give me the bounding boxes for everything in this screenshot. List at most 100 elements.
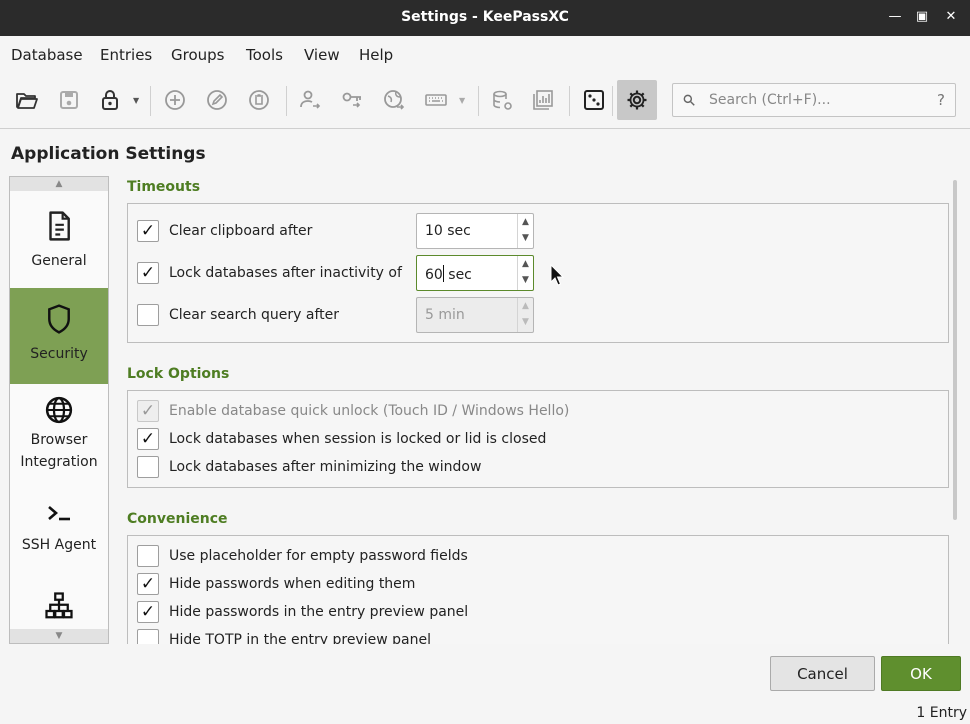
settings-button[interactable] <box>617 80 657 120</box>
spinbox-arrows: ▲ ▼ <box>517 298 533 332</box>
lock-session-checkbox[interactable]: ✓ <box>137 428 159 450</box>
toolbar-separator <box>612 86 613 116</box>
ok-button[interactable]: OK <box>881 656 961 691</box>
database-settings-button[interactable] <box>484 84 520 116</box>
menu-tools[interactable]: Tools <box>246 46 283 64</box>
search-box[interactable]: ? <box>672 83 956 117</box>
placeholder-option[interactable]: Use placeholder for empty password field… <box>137 544 468 568</box>
gear-icon <box>627 90 647 110</box>
trash-icon <box>249 90 269 110</box>
document-icon <box>49 211 70 241</box>
option-label: Enable database quick unlock (Touch ID /… <box>169 403 570 419</box>
delete-entry-button[interactable] <box>241 84 277 116</box>
cancel-button[interactable]: Cancel <box>770 656 875 691</box>
section-title-convenience: Convenience <box>127 511 228 527</box>
autotype-dropdown-icon[interactable]: ▼ <box>459 96 465 105</box>
edit-icon <box>207 90 227 110</box>
report-chart-icon <box>533 90 553 110</box>
clear-clipboard-option[interactable]: ✓ Clear clipboard after <box>137 219 312 243</box>
category-label: SSH Agent <box>21 537 97 553</box>
add-entry-button[interactable] <box>157 84 193 116</box>
copy-username-button[interactable] <box>292 84 328 116</box>
terminal-icon <box>48 506 70 521</box>
category-ssh-agent[interactable]: SSH Agent <box>10 497 108 567</box>
category-network[interactable] <box>10 591 108 631</box>
category-label: Security <box>30 346 88 362</box>
option-label: Hide passwords in the entry preview pane… <box>169 604 469 620</box>
clear-clipboard-checkbox[interactable]: ✓ <box>137 220 159 242</box>
lock-minimize-option[interactable]: Lock databases after minimizing the wind… <box>137 455 481 479</box>
hide-passwords-editing-option[interactable]: ✓ Hide passwords when editing them <box>137 572 415 596</box>
lock-inactivity-checkbox[interactable]: ✓ <box>137 262 159 284</box>
section-title-timeouts: Timeouts <box>127 179 201 195</box>
toolbar-separator <box>569 86 570 116</box>
open-url-button[interactable] <box>376 84 412 116</box>
save-icon <box>60 91 78 109</box>
password-generator-button[interactable] <box>576 84 612 116</box>
database-reports-button[interactable] <box>525 84 561 116</box>
option-label: Use placeholder for empty password field… <box>169 548 468 564</box>
menu-groups[interactable]: Groups <box>171 46 224 64</box>
menu-entries[interactable]: Entries <box>100 46 152 64</box>
lock-dropdown-icon[interactable]: ▼ <box>133 96 139 105</box>
lock-inactivity-option[interactable]: ✓ Lock databases after inactivity of <box>137 261 402 285</box>
lock-minimize-checkbox[interactable] <box>137 456 159 478</box>
lock-session-option[interactable]: ✓ Lock databases when session is locked … <box>137 427 546 451</box>
category-browser-integration[interactable]: Browser Integration <box>10 393 108 483</box>
category-label: Browser Integration <box>20 432 98 470</box>
placeholder-checkbox[interactable] <box>137 545 159 567</box>
category-list[interactable]: ▲ General Security Browser Integration S… <box>9 176 109 644</box>
quick-unlock-checkbox: ✓ <box>137 400 159 422</box>
close-icon[interactable]: ✕ <box>941 7 961 27</box>
menu-database[interactable]: Database <box>11 46 83 64</box>
key-icon <box>342 92 361 108</box>
hide-totp-preview-checkbox[interactable] <box>137 629 159 644</box>
search-icon <box>683 94 695 106</box>
save-database-button[interactable] <box>51 84 87 116</box>
copy-password-button[interactable] <box>334 84 370 116</box>
hide-passwords-preview-checkbox[interactable]: ✓ <box>137 601 159 623</box>
search-help-icon[interactable]: ? <box>937 91 945 109</box>
open-database-button[interactable] <box>9 84 45 116</box>
shield-icon <box>48 304 70 334</box>
spinbox-arrows[interactable]: ▲ ▼ <box>517 214 533 248</box>
quick-unlock-option: ✓ Enable database quick unlock (Touch ID… <box>137 399 569 423</box>
search-input[interactable] <box>709 89 919 111</box>
menu-view[interactable]: View <box>304 46 340 64</box>
scroll-up-icon[interactable]: ▲ <box>10 177 108 191</box>
option-label: Clear search query after <box>169 307 340 323</box>
hide-totp-preview-option[interactable]: Hide TOTP in the entry preview panel <box>137 628 431 644</box>
autotype-button[interactable] <box>418 84 454 116</box>
spinbox-value: 60 sec <box>425 265 472 283</box>
toolbar-separator <box>286 86 287 116</box>
scroll-down-icon[interactable]: ▼ <box>10 629 108 643</box>
menu-help[interactable]: Help <box>359 46 393 64</box>
clear-search-option[interactable]: Clear search query after <box>137 303 339 327</box>
user-arrow-icon <box>300 90 321 109</box>
database-gear-icon <box>493 90 512 110</box>
clear-search-checkbox[interactable] <box>137 304 159 326</box>
toolbar-separator <box>478 86 479 116</box>
clear-clipboard-spinbox[interactable]: 10 sec ▲ ▼ <box>416 213 534 249</box>
spinbox-value: 5 min <box>425 307 465 323</box>
lock-inactivity-spinbox[interactable]: 60 sec ▲ ▼ <box>416 255 534 291</box>
spinbox-arrows[interactable]: ▲ ▼ <box>517 256 533 290</box>
hide-passwords-preview-option[interactable]: ✓ Hide passwords in the entry preview pa… <box>137 600 468 624</box>
category-label: General <box>31 253 87 269</box>
category-general[interactable]: General <box>10 201 108 287</box>
edit-entry-button[interactable] <box>199 84 235 116</box>
option-label: Hide TOTP in the entry preview panel <box>169 632 431 644</box>
category-security[interactable]: Security <box>10 288 108 384</box>
hide-passwords-editing-checkbox[interactable]: ✓ <box>137 573 159 595</box>
menu-bar: Database Entries Groups Tools View Help <box>0 36 970 72</box>
status-entry-count: 1 Entry <box>916 705 967 721</box>
option-label: Lock databases after inactivity of <box>169 265 402 281</box>
content-scrollbar[interactable] <box>953 180 957 520</box>
section-title-lock-options: Lock Options <box>127 366 230 382</box>
settings-content: Timeouts ✓ Clear clipboard after 10 sec … <box>118 176 958 644</box>
lock-database-button[interactable] <box>92 84 128 116</box>
mouse-cursor-icon <box>550 264 564 286</box>
minimize-icon[interactable]: — <box>885 7 905 27</box>
maximize-icon[interactable]: ▣ <box>912 7 932 27</box>
option-label: Clear clipboard after <box>169 223 313 239</box>
